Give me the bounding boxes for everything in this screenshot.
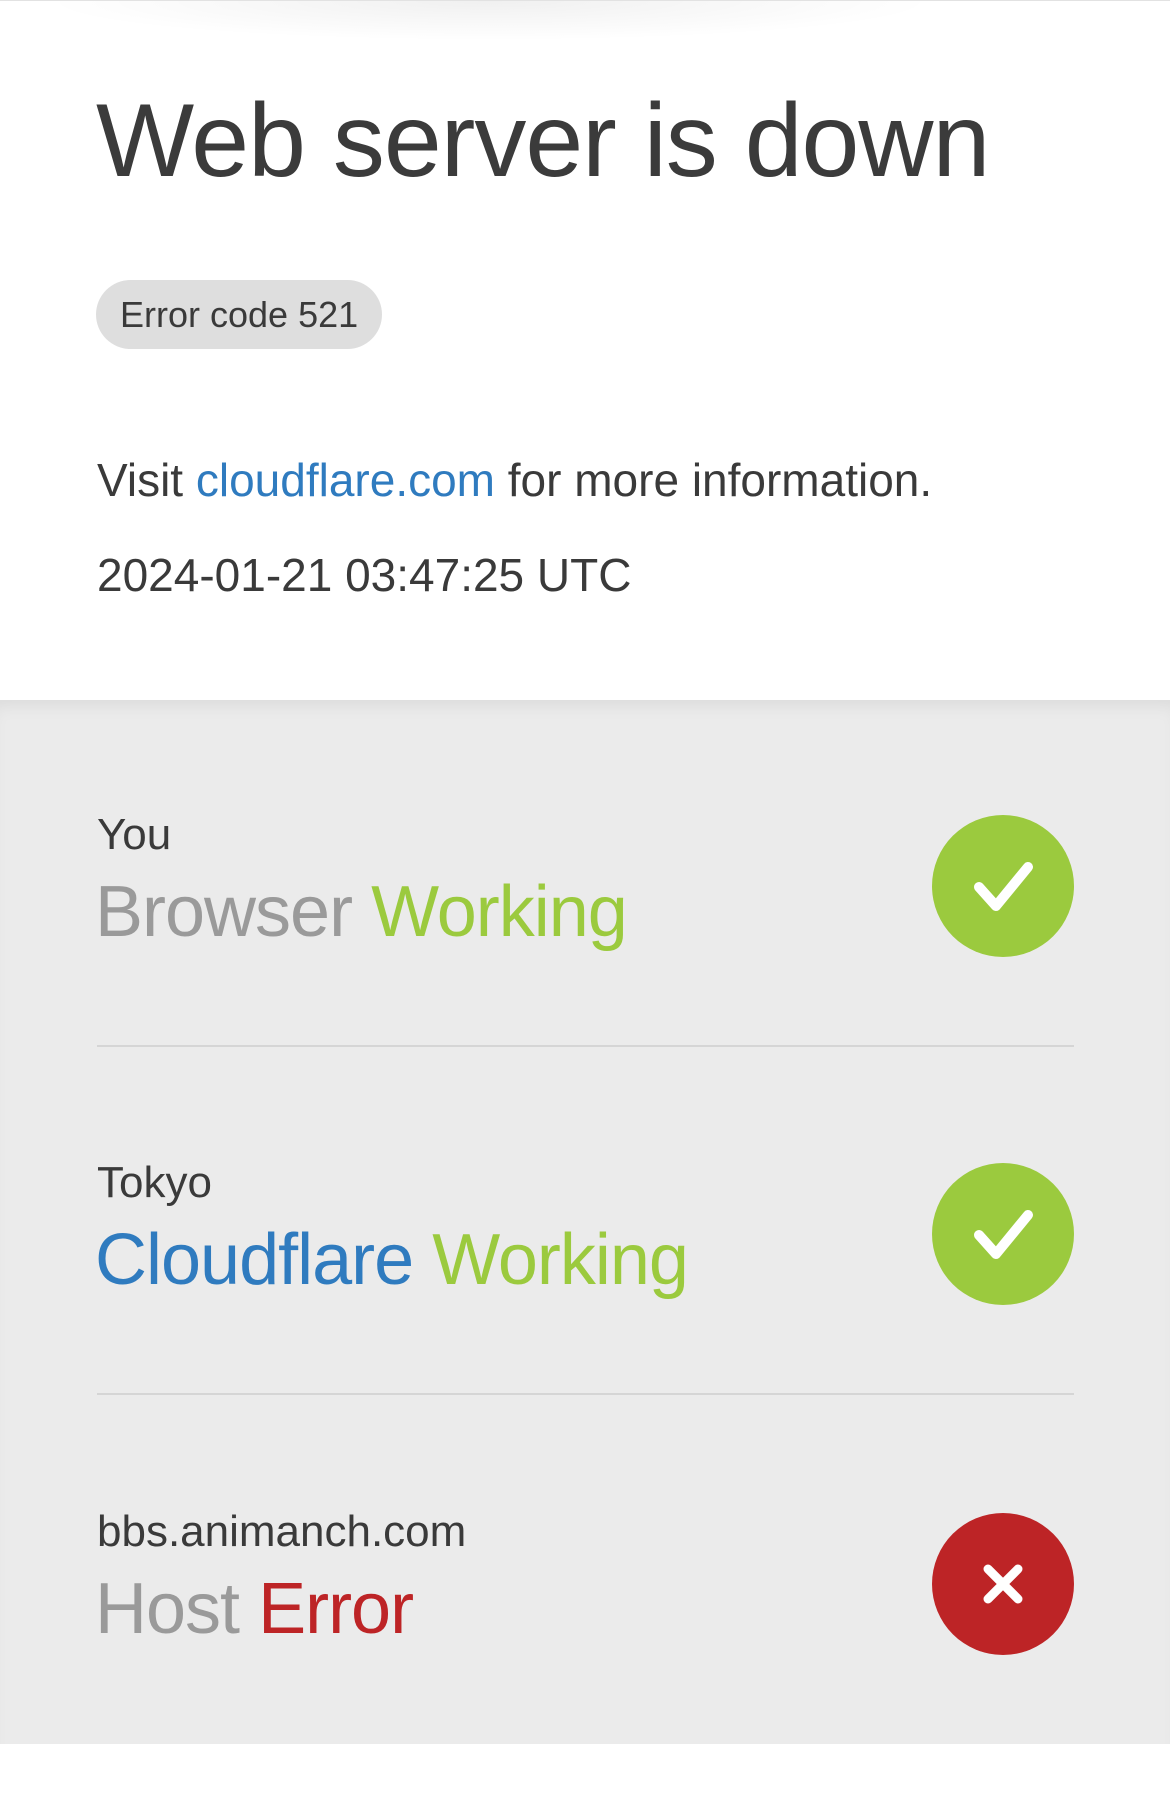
error-code-badge: Error code 521 <box>96 280 383 349</box>
status-location: Tokyo <box>97 1158 212 1207</box>
status-line: Browser Working <box>95 870 628 954</box>
status-state: Working <box>371 872 628 952</box>
status-line: Cloudflare Working <box>95 1218 689 1302</box>
checkmark-icon-glyph <box>974 862 1033 911</box>
status-section: You Browser Working Tokyo Cloudflare Wor… <box>0 700 1170 1744</box>
status-item-cloudflare: Tokyo Cloudflare Working <box>95 1156 1074 1456</box>
header-section: Web server is down Error code 521 Visit … <box>0 0 1170 700</box>
status-location: You <box>97 810 172 859</box>
x-icon <box>932 1513 1074 1655</box>
top-shadow <box>40 1 940 41</box>
x-icon-glyph <box>983 1564 1023 1604</box>
visit-suffix: for more information. <box>495 454 933 506</box>
timestamp: 2024-01-21 03:47:25 UTC <box>97 549 632 601</box>
page-title: Web server is down <box>96 83 990 199</box>
divider <box>97 1393 1074 1395</box>
status-name: Cloudflare <box>95 1220 414 1300</box>
cloudflare-link[interactable]: cloudflare.com <box>196 454 495 506</box>
checkmark-icon <box>932 815 1074 957</box>
checkmark-icon-glyph <box>974 1210 1033 1259</box>
visit-info: Visit cloudflare.com for more informatio… <box>97 453 932 507</box>
status-name: Host <box>95 1569 240 1649</box>
status-item-browser: You Browser Working <box>95 808 1074 1108</box>
status-line: Host Error <box>95 1567 414 1651</box>
divider <box>97 1045 1074 1047</box>
visit-prefix: Visit <box>97 454 196 506</box>
status-item-host: bbs.animanch.com Host Error <box>95 1505 1074 1805</box>
status-name: Browser <box>95 872 353 952</box>
status-state: Working <box>432 1220 689 1300</box>
status-location: bbs.animanch.com <box>97 1507 467 1556</box>
status-state: Error <box>258 1569 414 1649</box>
checkmark-icon <box>932 1163 1074 1305</box>
